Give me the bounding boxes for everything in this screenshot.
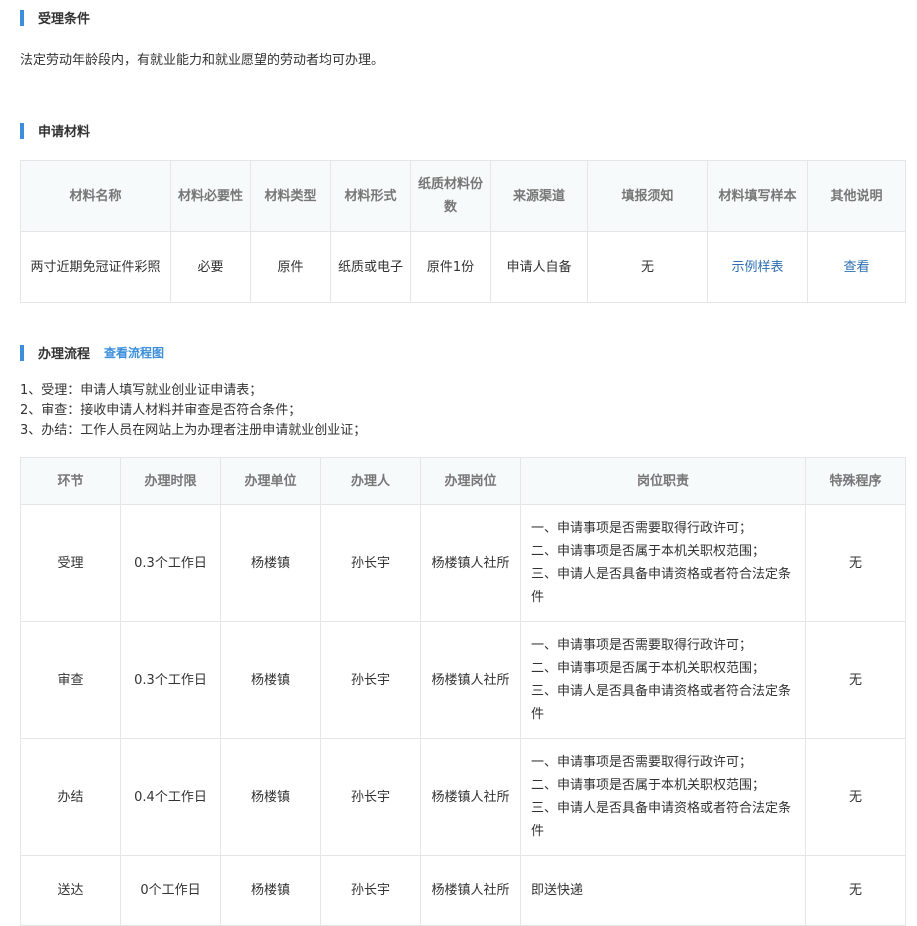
- section-title-conditions: 受理条件: [20, 8, 90, 27]
- table-cell: 杨楼镇人社所: [420, 738, 521, 856]
- section-title-text: 办理流程: [38, 347, 91, 362]
- section-accent-bar: [20, 122, 24, 139]
- list-item: 1、受理：申请人填写就业创业证申请表；: [20, 383, 263, 398]
- table-cell: 办结: [20, 738, 121, 856]
- table-cell: 杨楼镇人社所: [420, 855, 521, 926]
- duty-line: 三、申请人是否具备申请资格或者符合法定条件: [531, 801, 792, 839]
- table-cell: 无: [587, 231, 708, 303]
- materials-header-row: 材料名称 材料必要性 材料类型 材料形式 纸质材料份数 来源渠道 填报须知 材料…: [20, 160, 906, 232]
- column-header: 其他说明: [807, 160, 906, 232]
- table-cell: 两寸近期免冠证件彩照: [20, 231, 171, 303]
- section-title-text: 受理条件: [38, 12, 91, 27]
- column-header: 环节: [20, 457, 121, 505]
- table-cell: 杨楼镇: [220, 504, 321, 622]
- table-cell: 孙长宇: [320, 855, 421, 926]
- column-header: 材料名称: [20, 160, 171, 232]
- table-cell: 审查: [20, 621, 121, 739]
- column-header: 办理时限: [120, 457, 221, 505]
- view-link[interactable]: 查看: [807, 231, 906, 303]
- column-header: 岗位职责: [520, 457, 806, 505]
- column-header: 材料填写样本: [707, 160, 808, 232]
- table-row: 审查 0.3个工作日 杨楼镇 孙长宇 杨楼镇人社所 一、申请事项是否需要取得行政…: [20, 621, 906, 739]
- duty-line: 二、申请事项是否属于本机关职权范围；: [531, 778, 766, 793]
- process-steps: 1、受理：申请人填写就业创业证申请表； 2、审查：接收申请人材料并审查是否符合条…: [20, 381, 366, 441]
- table-cell: 原件: [250, 231, 331, 303]
- table-cell: 0.3个工作日: [120, 504, 221, 622]
- table-cell: 杨楼镇: [220, 855, 321, 926]
- sample-form-link[interactable]: 示例样表: [707, 231, 808, 303]
- duty-line: 二、申请事项是否属于本机关职权范围；: [531, 661, 766, 676]
- process-header-row: 环节 办理时限 办理单位 办理人 办理岗位 岗位职责 特殊程序: [20, 457, 906, 505]
- duty-line: 三、申请人是否具备申请资格或者符合法定条件: [531, 567, 792, 605]
- table-row: 受理 0.3个工作日 杨楼镇 孙长宇 杨楼镇人社所 一、申请事项是否需要取得行政…: [20, 504, 906, 622]
- duty-line: 一、申请事项是否需要取得行政许可；: [531, 638, 753, 653]
- table-cell: 申请人自备: [490, 231, 588, 303]
- column-header: 纸质材料份数: [410, 160, 491, 232]
- table-cell: 必要: [170, 231, 251, 303]
- list-item: 3、办结：工作人员在网站上为办理者注册申请就业创业证；: [20, 423, 367, 438]
- duty-line: 即送快递: [531, 883, 584, 898]
- column-header: 办理人: [320, 457, 421, 505]
- process-table: 环节 办理时限 办理单位 办理人 办理岗位 岗位职责 特殊程序 受理 0.3个工…: [20, 457, 906, 926]
- table-cell: 原件1份: [410, 231, 491, 303]
- column-header: 办理单位: [220, 457, 321, 505]
- column-header: 特殊程序: [805, 457, 906, 505]
- duty-cell: 一、申请事项是否需要取得行政许可； 二、申请事项是否属于本机关职权范围； 三、申…: [520, 621, 806, 739]
- table-row: 办结 0.4个工作日 杨楼镇 孙长宇 杨楼镇人社所 一、申请事项是否需要取得行政…: [20, 738, 906, 856]
- duty-line: 二、申请事项是否属于本机关职权范围；: [531, 544, 766, 559]
- table-row: 两寸近期免冠证件彩照 必要 原件 纸质或电子 原件1份 申请人自备 无 示例样表…: [20, 231, 906, 303]
- section-title-process: 办理流程 查看流程图: [20, 343, 164, 362]
- view-flowchart-link[interactable]: 查看流程图: [104, 344, 164, 361]
- column-header: 来源渠道: [490, 160, 588, 232]
- table-cell: 孙长宇: [320, 621, 421, 739]
- column-header: 材料必要性: [170, 160, 251, 232]
- table-cell: 杨楼镇: [220, 621, 321, 739]
- materials-table: 材料名称 材料必要性 材料类型 材料形式 纸质材料份数 来源渠道 填报须知 材料…: [20, 160, 906, 303]
- table-cell: 杨楼镇人社所: [420, 504, 521, 622]
- duty-line: 一、申请事项是否需要取得行政许可；: [531, 755, 753, 770]
- list-item: 2、审查：接收申请人材料并审查是否符合条件；: [20, 403, 302, 418]
- column-header: 办理岗位: [420, 457, 521, 505]
- section-title-text: 申请材料: [38, 125, 91, 140]
- column-header: 填报须知: [587, 160, 708, 232]
- duty-cell: 一、申请事项是否需要取得行政许可； 二、申请事项是否属于本机关职权范围； 三、申…: [520, 738, 806, 856]
- duty-line: 一、申请事项是否需要取得行政许可；: [531, 521, 753, 536]
- table-cell: 受理: [20, 504, 121, 622]
- table-cell: 无: [805, 621, 906, 739]
- table-row: 送达 0个工作日 杨楼镇 孙长宇 杨楼镇人社所 即送快递 无: [20, 855, 906, 926]
- duty-cell: 一、申请事项是否需要取得行政许可； 二、申请事项是否属于本机关职权范围； 三、申…: [520, 504, 806, 622]
- table-cell: 无: [805, 504, 906, 622]
- table-cell: 孙长宇: [320, 738, 421, 856]
- column-header: 材料形式: [330, 160, 411, 232]
- duty-line: 三、申请人是否具备申请资格或者符合法定条件: [531, 684, 792, 722]
- table-cell: 0个工作日: [120, 855, 221, 926]
- section-accent-bar: [20, 344, 24, 361]
- table-cell: 杨楼镇: [220, 738, 321, 856]
- conditions-text: 法定劳动年龄段内，有就业能力和就业愿望的劳动者均可办理。: [20, 53, 385, 68]
- table-cell: 送达: [20, 855, 121, 926]
- table-cell: 孙长宇: [320, 504, 421, 622]
- table-cell: 纸质或电子: [330, 231, 411, 303]
- duty-cell: 即送快递: [520, 855, 806, 926]
- table-cell: 杨楼镇人社所: [420, 621, 521, 739]
- table-cell: 0.3个工作日: [120, 621, 221, 739]
- section-accent-bar: [20, 9, 24, 26]
- table-cell: 0.4个工作日: [120, 738, 221, 856]
- page: 受理条件 法定劳动年龄段内，有就业能力和就业愿望的劳动者均可办理。 申请材料 材…: [0, 0, 917, 926]
- section-title-materials: 申请材料: [20, 121, 90, 140]
- table-cell: 无: [805, 855, 906, 926]
- table-cell: 无: [805, 738, 906, 856]
- column-header: 材料类型: [250, 160, 331, 232]
